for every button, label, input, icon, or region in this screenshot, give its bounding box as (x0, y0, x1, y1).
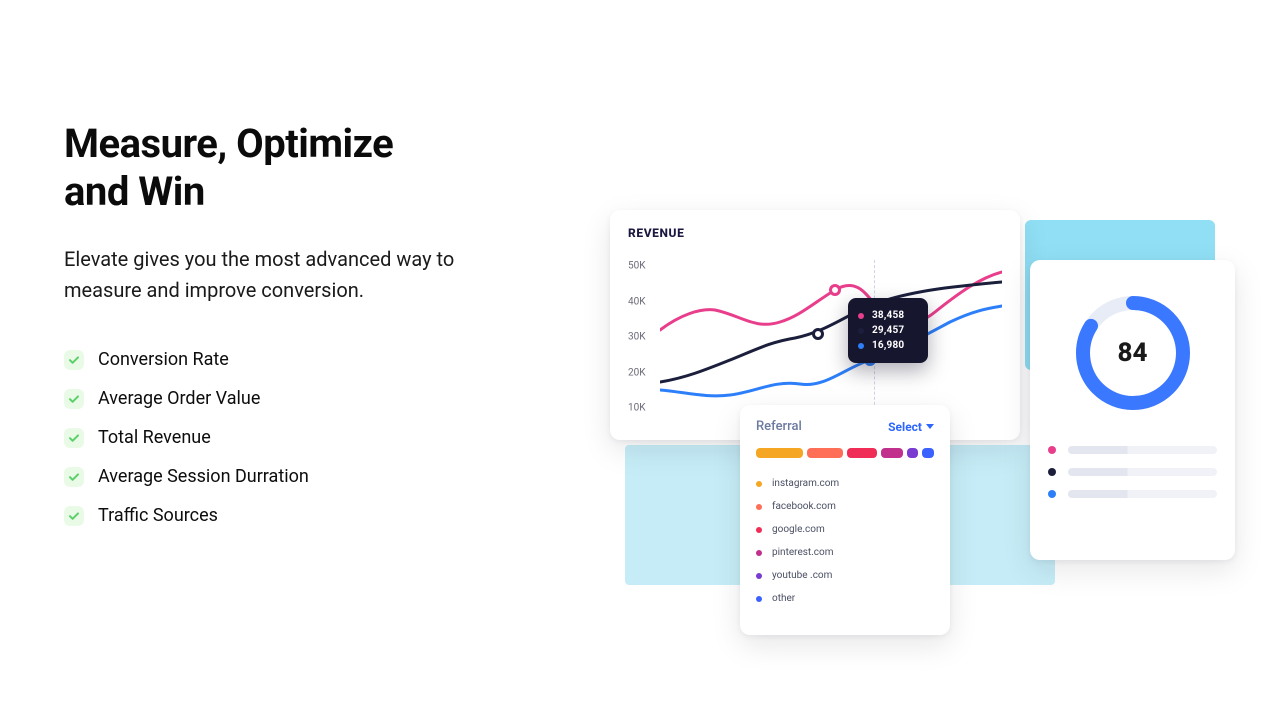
referral-card: Referral Select instagram.com facebook.co… (740, 405, 950, 635)
dot-icon (1048, 490, 1056, 498)
referral-title: Referral (756, 419, 802, 434)
referral-item: facebook.com (756, 495, 934, 518)
referral-select-label: Select (888, 420, 922, 434)
referral-item-label: instagram.com (772, 478, 839, 489)
feature-label: Average Order Value (98, 388, 260, 409)
referral-item: pinterest.com (756, 541, 934, 564)
referral-segment (922, 448, 934, 458)
page-subhead: Elevate gives you the most advanced way … (64, 244, 484, 306)
referral-item-label: facebook.com (772, 501, 836, 512)
tooltip-value: 16,980 (872, 340, 904, 351)
check-icon (64, 467, 84, 487)
referral-item-label: google.com (772, 524, 825, 535)
tooltip-value: 29,457 (872, 325, 904, 336)
gauge-value: 84 (1068, 288, 1198, 418)
y-tick: 20K (628, 367, 646, 378)
dot-icon (1048, 446, 1056, 454)
check-icon (64, 350, 84, 370)
check-icon (64, 506, 84, 526)
feature-label: Conversion Rate (98, 349, 229, 370)
skeleton-bar (1068, 446, 1217, 454)
legend-row (1048, 490, 1217, 498)
referral-item-label: pinterest.com (772, 547, 834, 558)
tooltip-row: 16,980 (858, 338, 918, 353)
illustration-stage: REVENUE 50K 40K 30K 20K 10K 38,458 29, (555, 210, 1235, 640)
feature-item: Total Revenue (64, 418, 484, 457)
gauge: 84 (1068, 288, 1198, 418)
dot-icon (858, 328, 864, 334)
referral-item: youtube .com (756, 564, 934, 587)
referral-segment (907, 448, 919, 458)
feature-item: Conversion Rate (64, 340, 484, 379)
referral-item: other (756, 587, 934, 610)
gauge-legend (1048, 446, 1217, 498)
feature-item: Traffic Sources (64, 496, 484, 535)
referral-segment (756, 448, 803, 458)
referral-segment (847, 448, 877, 458)
line-chart-svg (660, 250, 1002, 428)
title-line-2: and Win (64, 168, 205, 215)
legend-row (1048, 468, 1217, 476)
dot-icon (1048, 468, 1056, 476)
tooltip-row: 29,457 (858, 323, 918, 338)
y-tick: 30K (628, 332, 646, 343)
y-tick: 50K (628, 261, 646, 272)
gauge-card: 84 (1030, 260, 1235, 560)
feature-label: Total Revenue (98, 427, 211, 448)
dot-icon (756, 504, 762, 510)
chevron-down-icon (926, 424, 934, 429)
dot-icon (858, 313, 864, 319)
dot-icon (756, 481, 762, 487)
check-icon (64, 428, 84, 448)
revenue-chart: 50K 40K 30K 20K 10K 38,458 29,457 16,980 (628, 250, 1002, 428)
referral-item: google.com (756, 518, 934, 541)
referral-list: instagram.com facebook.com google.com pinte… (756, 472, 934, 610)
skeleton-bar (1068, 490, 1217, 498)
referral-item-label: youtube .com (772, 570, 832, 581)
referral-item-label: other (772, 593, 795, 604)
referral-stacked-bar (756, 448, 934, 458)
dot-icon (858, 343, 864, 349)
check-icon (64, 389, 84, 409)
feature-label: Average Session Durration (98, 466, 309, 487)
tooltip-value: 38,458 (872, 310, 904, 321)
y-tick: 40K (628, 296, 646, 307)
feature-item: Average Order Value (64, 379, 484, 418)
page-title: Measure, Optimize and Win (64, 120, 484, 216)
dot-icon (756, 550, 762, 556)
tooltip-row: 38,458 (858, 308, 918, 323)
referral-item: instagram.com (756, 472, 934, 495)
feature-label: Traffic Sources (98, 505, 218, 526)
feature-list: Conversion Rate Average Order Value Tota… (64, 340, 484, 535)
chart-tooltip: 38,458 29,457 16,980 (848, 298, 928, 363)
referral-segment (881, 448, 903, 458)
title-line-1: Measure, Optimize (64, 120, 393, 167)
skeleton-bar (1068, 468, 1217, 476)
y-tick: 10K (628, 403, 646, 414)
referral-segment (807, 448, 844, 458)
legend-row (1048, 446, 1217, 454)
feature-item: Average Session Durration (64, 457, 484, 496)
revenue-title: REVENUE (628, 226, 1002, 240)
referral-select[interactable]: Select (888, 420, 934, 434)
dot-icon (756, 527, 762, 533)
dot-icon (756, 596, 762, 602)
dot-icon (756, 573, 762, 579)
